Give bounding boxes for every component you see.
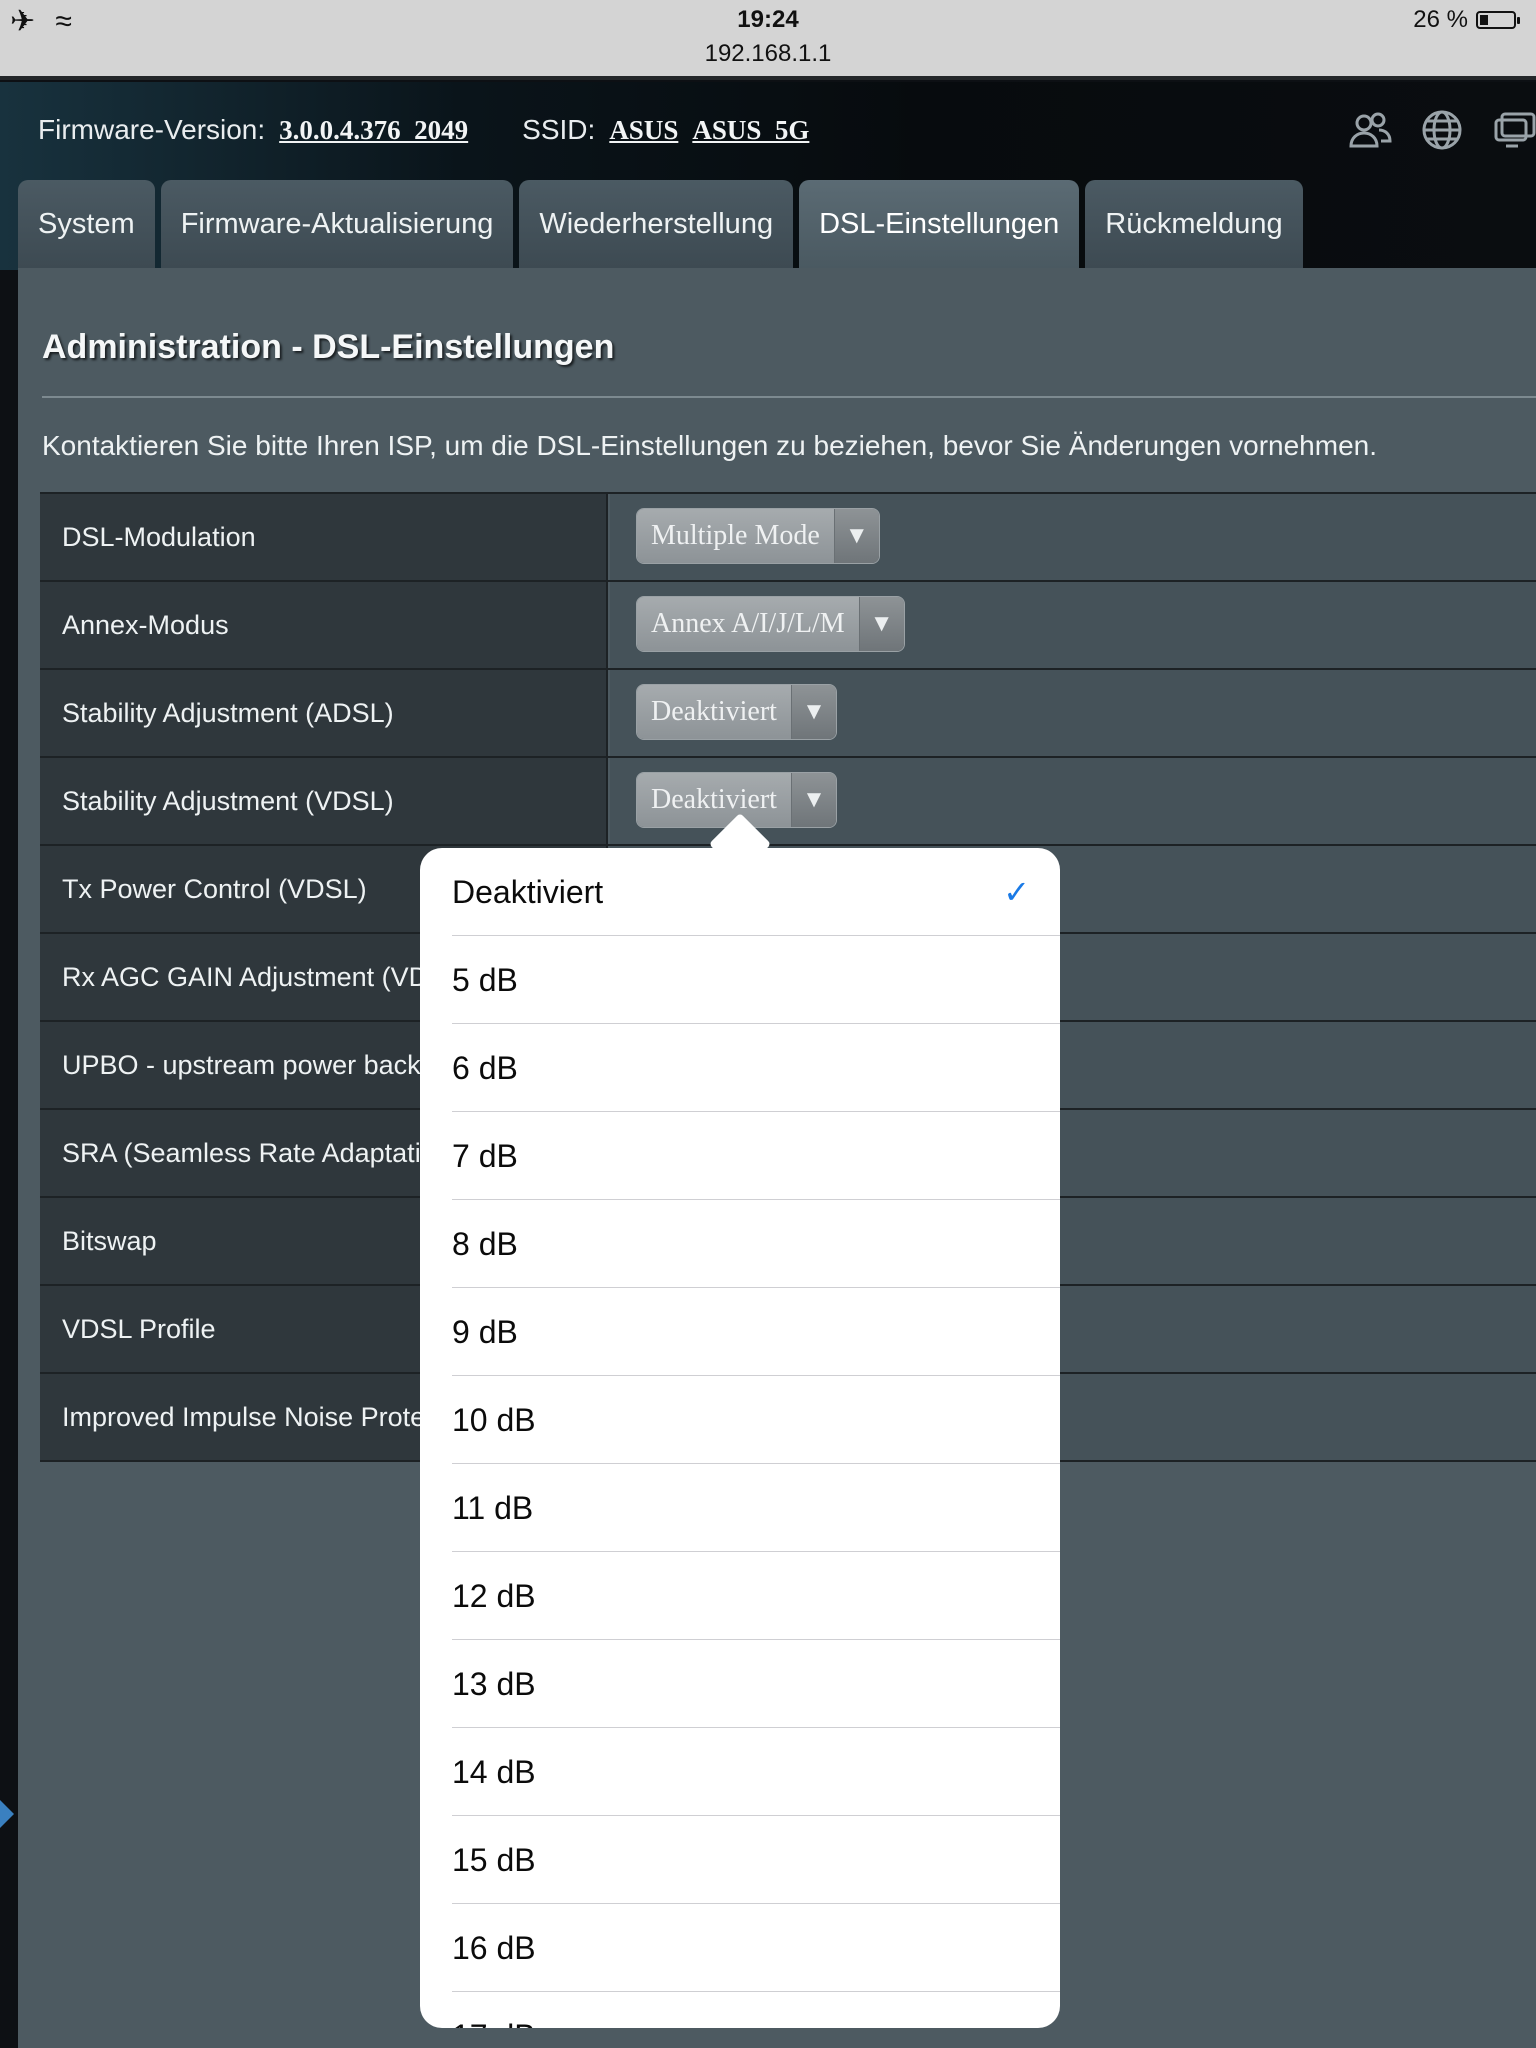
ssid-link-asus[interactable]: ASUS: [609, 115, 678, 146]
battery-percent: 26 %: [1413, 6, 1468, 33]
tab-dsl-settings[interactable]: DSL-Einstellungen: [799, 180, 1080, 268]
tab-system[interactable]: System: [18, 180, 155, 268]
picker-option[interactable]: 9 dB: [452, 1288, 1060, 1376]
address-bar-url[interactable]: 192.168.1.1: [0, 40, 1536, 68]
firmware-label: Firmware-Version:: [38, 114, 266, 145]
setting-field: Annex A/I/J/L/M ▼: [610, 582, 1536, 668]
ssid-link-asus-5g[interactable]: ASUS_5G: [692, 115, 809, 146]
select-value: Annex A/I/J/L/M: [637, 597, 859, 651]
page-description: Kontaktieren Sie bitte Ihren ISP, um die…: [42, 430, 1377, 461]
table-row: Annex-Modus Annex A/I/J/L/M ▼: [40, 582, 1536, 670]
picker-option[interactable]: 10 dB: [452, 1376, 1060, 1464]
picker-option[interactable]: 11 dB: [452, 1464, 1060, 1552]
picker-option[interactable]: 17 dB: [452, 1992, 1060, 2028]
setting-field: Multiple Mode ▼: [610, 494, 1536, 580]
users-icon[interactable]: [1348, 108, 1392, 152]
header-icons: [1348, 108, 1536, 152]
picker-option[interactable]: 12 dB: [452, 1552, 1060, 1640]
picker-option[interactable]: 16 dB: [452, 1904, 1060, 1992]
firmware-ssid-line: Firmware-Version: 3.0.0.4.376_2049 SSID:…: [38, 114, 809, 146]
picker-option[interactable]: 8 dB: [452, 1200, 1060, 1288]
admin-tabs: System Firmware-Aktualisierung Wiederher…: [18, 180, 1303, 268]
select-value: Deaktiviert: [637, 685, 791, 739]
firmware-version-link[interactable]: 3.0.0.4.376_2049: [279, 115, 468, 146]
picker-option[interactable]: 7 dB: [452, 1112, 1060, 1200]
page-title: Administration - DSL-Einstellungen: [42, 328, 615, 366]
picker-option[interactable]: 6 dB: [452, 1024, 1060, 1112]
option-label: Deaktiviert: [452, 874, 604, 910]
tab-restore[interactable]: Wiederherstellung: [519, 180, 794, 268]
picker-popover: Deaktiviert ✓ 5 dB 6 dB 7 dB 8 dB 9 dB 1…: [420, 848, 1060, 2028]
tab-firmware-update[interactable]: Firmware-Aktualisierung: [160, 180, 514, 268]
picker-option[interactable]: 5 dB: [452, 936, 1060, 1024]
setting-label: Annex-Modus: [40, 582, 608, 668]
battery-status: 26 %: [1413, 6, 1520, 34]
title-divider: [42, 396, 1536, 398]
table-row: Stability Adjustment (VDSL) Deaktiviert …: [40, 758, 1536, 846]
globe-icon[interactable]: [1420, 108, 1464, 152]
monitor-icon[interactable]: [1492, 108, 1536, 152]
setting-label: Stability Adjustment (ADSL): [40, 670, 608, 756]
annex-mode-select[interactable]: Annex A/I/J/L/M ▼: [636, 596, 905, 652]
setting-label: Stability Adjustment (VDSL): [40, 758, 608, 844]
battery-icon: [1476, 11, 1520, 29]
checkmark-icon: ✓: [1003, 874, 1030, 910]
clock: 19:24: [737, 6, 799, 33]
picker-option[interactable]: 14 dB: [452, 1728, 1060, 1816]
picker-option[interactable]: 15 dB: [452, 1816, 1060, 1904]
ssid-label: SSID:: [522, 114, 596, 145]
table-row: Stability Adjustment (ADSL) Deaktiviert …: [40, 670, 1536, 758]
tab-feedback[interactable]: Rückmeldung: [1085, 180, 1303, 268]
select-value: Multiple Mode: [637, 509, 834, 563]
picker-option[interactable]: 13 dB: [452, 1640, 1060, 1728]
side-scroll-arrow-icon: [0, 1800, 14, 1828]
picker-option[interactable]: Deaktiviert ✓: [452, 848, 1060, 936]
dropdown-arrow-icon: ▼: [790, 685, 836, 739]
select-value: Deaktiviert: [637, 773, 791, 827]
stability-adsl-select[interactable]: Deaktiviert ▼: [636, 684, 837, 740]
setting-field: Deaktiviert ▼: [610, 670, 1536, 756]
table-row: DSL-Modulation Multiple Mode ▼: [40, 494, 1536, 582]
dropdown-arrow-icon: ▼: [790, 773, 836, 827]
dsl-modulation-select[interactable]: Multiple Mode ▼: [636, 508, 880, 564]
dropdown-arrow-icon: ▼: [858, 597, 904, 651]
dropdown-arrow-icon: ▼: [833, 509, 879, 563]
ios-status-bar: ✈ ≈ 19:24 192.168.1.1 26 %: [0, 0, 1536, 80]
setting-label: DSL-Modulation: [40, 494, 608, 580]
